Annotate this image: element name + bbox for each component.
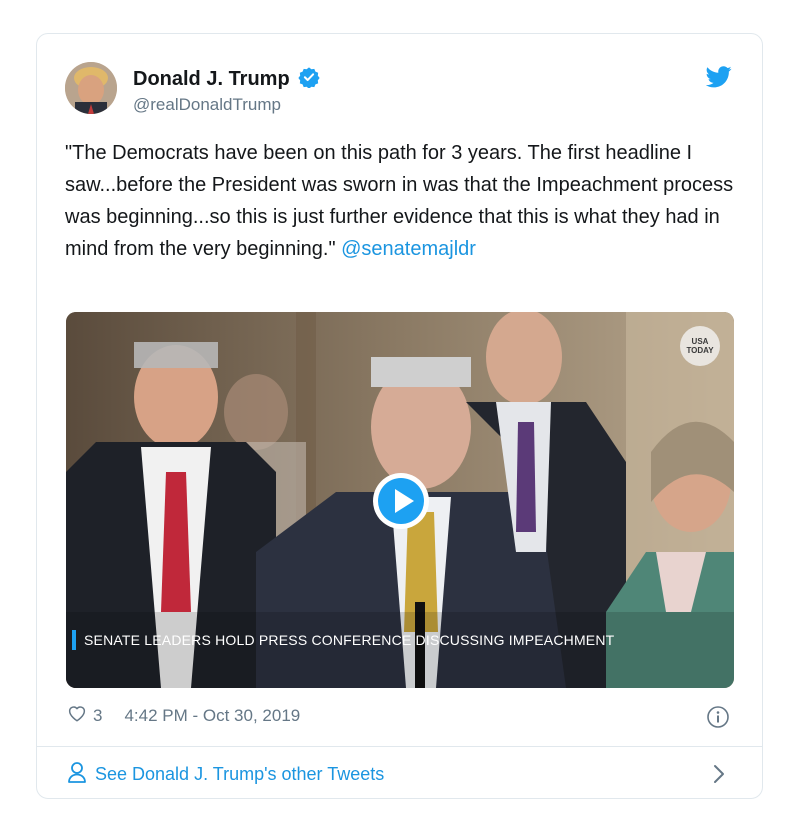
info-icon[interactable]	[706, 705, 730, 734]
tweet-timestamp[interactable]: 4:42 PM - Oct 30, 2019	[124, 706, 300, 726]
chevron-right-icon[interactable]	[712, 763, 726, 790]
other-tweets-label[interactable]: See Donald J. Trump's other Tweets	[95, 764, 384, 785]
person-icon	[67, 761, 87, 788]
author-row: Donald J. Trump	[133, 66, 320, 93]
other-tweets-link[interactable]: See Donald J. Trump's other Tweets	[67, 761, 384, 788]
badge-line-1: USA	[691, 337, 709, 346]
verified-badge-icon	[298, 66, 320, 93]
caption-accent-bar	[72, 630, 76, 650]
author-name[interactable]: Donald J. Trump	[133, 68, 290, 91]
heart-icon[interactable]	[67, 704, 87, 727]
tweet-meta: 3 4:42 PM - Oct 30, 2019	[67, 704, 300, 727]
usa-today-badge: USA TODAY	[680, 326, 720, 366]
tweet-card: Donald J. Trump @realDonaldTrump "The De…	[36, 33, 763, 799]
avatar[interactable]	[65, 62, 117, 114]
like-count[interactable]: 3	[93, 706, 102, 726]
divider	[37, 746, 762, 747]
tweet-text: "The Democrats have been on this path fo…	[65, 137, 737, 265]
twitter-bird-icon[interactable]	[705, 66, 732, 88]
play-icon[interactable]	[371, 471, 431, 536]
author-handle[interactable]: @realDonaldTrump	[133, 95, 281, 115]
video-caption: SENATE LEADERS HOLD PRESS CONFERENCE DIS…	[72, 630, 614, 650]
badge-line-2: TODAY	[686, 346, 714, 355]
mention-link[interactable]: @senatemajldr	[341, 238, 476, 260]
caption-text: SENATE LEADERS HOLD PRESS CONFERENCE DIS…	[84, 632, 615, 648]
